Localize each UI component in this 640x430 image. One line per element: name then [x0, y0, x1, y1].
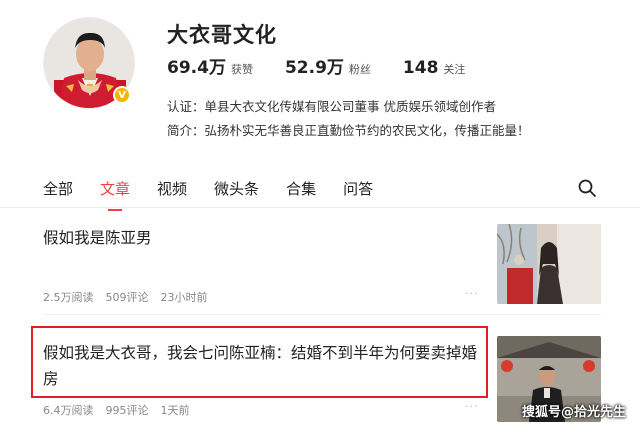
article-separator	[43, 314, 601, 315]
stat-followers-label: 粉丝	[348, 63, 371, 76]
profile-stats: 69.4万 获赞 52.9万 粉丝 148 关注	[167, 53, 497, 78]
highlight-box	[31, 326, 488, 398]
stat-followers[interactable]: 52.9万 粉丝	[285, 53, 371, 78]
article-title[interactable]: 假如我是陈亚男	[43, 225, 152, 251]
article-meta: 6.4万阅读 995评论 1天前	[43, 402, 202, 418]
stat-following[interactable]: 148 关注	[403, 58, 466, 78]
article-thumbnail[interactable]	[497, 224, 601, 304]
watermark-text: 搜狐号@拾光先生	[521, 405, 626, 420]
article-meta: 2.5万阅读 509评论 23小时前	[43, 289, 220, 305]
article-item[interactable]: 假如我是陈亚男 2.5万阅读 509评论 23小时前 ···	[0, 208, 640, 314]
avatar-container[interactable]: V	[43, 17, 135, 109]
article-reads: 2.5万阅读	[43, 291, 94, 304]
profile-certification: 认证：单县大衣文化传媒有限公司董事 优质娱乐领域创作者	[167, 99, 496, 114]
article-comments: 509评论	[105, 291, 149, 304]
article-reads: 6.4万阅读	[43, 404, 94, 417]
stat-likes-label: 获赞	[230, 63, 253, 76]
search-icon[interactable]	[577, 178, 597, 198]
stat-following-value: 148	[402, 58, 439, 78]
article-comments: 995评论	[105, 404, 149, 417]
more-options-icon[interactable]: ···	[465, 287, 479, 300]
profile-name: 大衣哥文化	[167, 23, 277, 47]
stat-followers-value: 52.9万	[284, 58, 344, 78]
article-time: 1天前	[160, 404, 190, 417]
profile-bio: 简介：弘扬朴实无华善良正直勤俭节约的农民文化，传播正能量！	[167, 123, 530, 138]
more-options-icon[interactable]: ···	[465, 400, 479, 413]
stat-following-label: 关注	[443, 63, 466, 76]
article-time: 23小时前	[160, 291, 208, 304]
stat-likes: 69.4万 获赞	[167, 53, 253, 78]
verified-badge-icon: V	[113, 86, 131, 104]
stat-likes-value: 69.4万	[167, 58, 226, 78]
